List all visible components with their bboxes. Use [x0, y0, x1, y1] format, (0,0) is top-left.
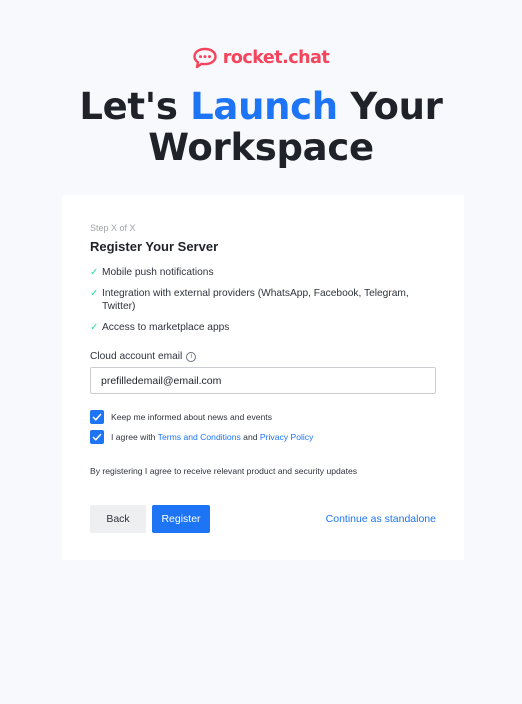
list-item: ✓ Mobile push notifications	[90, 266, 440, 280]
agree-terms-row: I agree with Terms and Conditions and Pr…	[90, 430, 313, 444]
feature-text: Integration with external providers (Wha…	[102, 287, 409, 313]
step-indicator: Step X of X	[90, 223, 136, 233]
check-icon: ✓	[90, 267, 99, 278]
email-field[interactable]	[90, 367, 436, 394]
email-label: Cloud account email i	[90, 351, 197, 362]
continue-standalone-link[interactable]: Continue as standalone	[326, 513, 436, 525]
agree-prefix: I agree with	[111, 432, 158, 442]
rocket-chat-logo-icon	[193, 47, 217, 69]
headline-part1: Let's	[79, 85, 191, 128]
info-icon[interactable]: i	[186, 351, 197, 362]
back-button[interactable]: Back	[90, 505, 146, 533]
keep-informed-row: Keep me informed about news and events	[90, 410, 272, 424]
disclaimer-text: By registering I agree to receive releva…	[90, 466, 358, 476]
agree-terms-text: I agree with Terms and Conditions and Pr…	[111, 432, 313, 442]
keep-informed-checkbox[interactable]	[90, 410, 104, 424]
brand-name: rocket.chat	[222, 48, 330, 68]
list-item: ✓ Integration with external providers (W…	[90, 287, 440, 314]
headline-line2: Workspace	[148, 126, 374, 169]
checkmark-icon	[92, 433, 102, 441]
feature-list: ✓ Mobile push notifications ✓ Integratio…	[90, 266, 440, 341]
list-item: ✓ Access to marketplace apps	[90, 321, 440, 335]
headline-accent: Launch	[190, 85, 338, 128]
keep-informed-label: Keep me informed about news and events	[111, 412, 272, 422]
feature-text: Access to marketplace apps	[102, 321, 230, 333]
checkmark-icon	[92, 413, 102, 421]
agree-and: and	[240, 432, 260, 442]
register-button[interactable]: Register	[152, 505, 210, 533]
check-icon: ✓	[90, 287, 99, 299]
register-card: Step X of X Register Your Server ✓ Mobil…	[62, 195, 464, 560]
privacy-link[interactable]: Privacy Policy	[260, 432, 313, 442]
page-title: Let's Launch Your Workspace	[0, 86, 522, 168]
agree-terms-checkbox[interactable]	[90, 430, 104, 444]
form-title: Register Your Server	[90, 239, 219, 254]
headline-part2: Your	[337, 85, 443, 128]
feature-text: Mobile push notifications	[102, 267, 214, 278]
brand-logo: rocket.chat	[0, 47, 522, 69]
email-label-text: Cloud account email	[90, 351, 183, 362]
terms-link[interactable]: Terms and Conditions	[158, 432, 241, 442]
check-icon: ✓	[90, 321, 99, 333]
